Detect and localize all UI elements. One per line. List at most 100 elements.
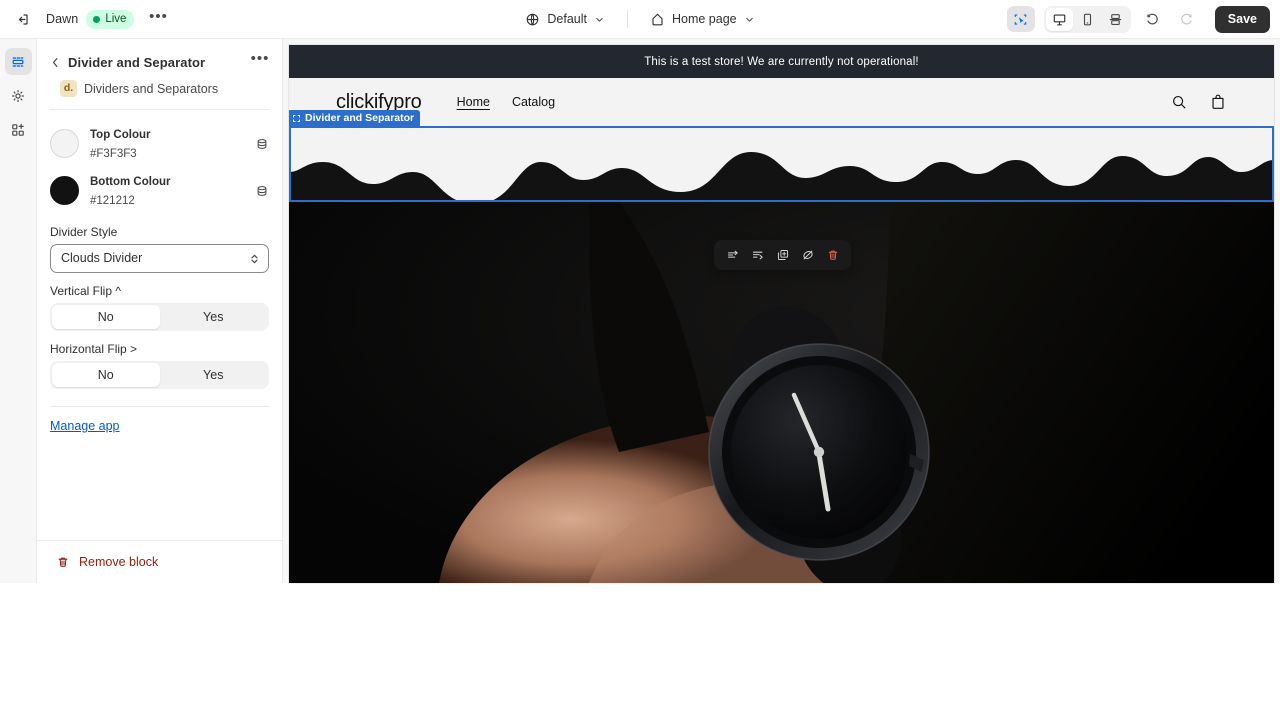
app-attribution-row: d. Dividers and Separators <box>49 80 270 97</box>
vertical-flip-option-no[interactable]: No <box>52 305 160 330</box>
top-bar: Dawn Live ••• Default Home page Save <box>0 0 1280 39</box>
save-button[interactable]: Save <box>1214 5 1270 33</box>
horizontal-flip-option-no[interactable]: No <box>52 363 160 388</box>
rail-apps-button[interactable] <box>5 116 32 143</box>
app-name: Dividers and Separators <box>84 81 219 96</box>
move-up-button[interactable] <box>721 244 744 267</box>
sidebar-header: Divider and Separator ••• d. Dividers an… <box>37 39 282 110</box>
page-label: Home page <box>671 12 737 26</box>
mobile-icon <box>1083 13 1091 25</box>
move-down-icon <box>752 251 763 260</box>
sidebar-title-row: Divider and Separator ••• <box>49 50 270 74</box>
top-colour-row[interactable]: Top Colour #F3F3F3 <box>50 120 269 167</box>
clouds-divider-shape <box>289 126 1274 202</box>
divider-style-select[interactable]: Clouds Divider <box>50 244 269 274</box>
page-selector[interactable]: Home page <box>642 5 763 33</box>
chevron-down-icon <box>596 17 603 22</box>
top-bar-center: Default Home page <box>430 5 850 33</box>
redo-button[interactable] <box>1174 6 1201 33</box>
top-bar-separator <box>626 10 628 28</box>
move-down-button[interactable] <box>746 244 769 267</box>
top-colour-text: Top Colour #F3F3F3 <box>90 125 244 162</box>
sections-icon <box>12 56 24 67</box>
remove-block-label: Remove block <box>79 555 159 569</box>
globe-icon <box>527 13 539 25</box>
storefront-preview-frame: This is a test store! We are currently n… <box>289 45 1274 583</box>
duplicate-button[interactable] <box>771 244 794 267</box>
cart-button[interactable] <box>1209 93 1227 111</box>
apps-add-icon <box>12 123 24 136</box>
page-title: Divider and Separator <box>68 54 206 70</box>
store-nav: Home Catalog <box>457 95 555 109</box>
nav-item-home[interactable]: Home <box>457 95 490 109</box>
desktop-icon <box>1053 13 1066 25</box>
locale-selector[interactable]: Default <box>517 5 613 33</box>
status-label: Live <box>105 13 127 25</box>
undo-icon <box>1147 13 1159 25</box>
theme-name: Dawn <box>46 12 79 26</box>
gear-icon <box>11 89 25 102</box>
hide-button[interactable] <box>796 244 819 267</box>
horizontal-flip-segmented: No Yes <box>50 361 269 390</box>
top-colour-value: #F3F3F3 <box>90 147 137 160</box>
database-icon <box>257 185 267 196</box>
top-bar-right: Save <box>1006 5 1280 33</box>
vertical-flip-option-yes[interactable]: Yes <box>160 305 268 329</box>
store-header-icons <box>1170 93 1227 111</box>
device-preview-group <box>1043 5 1131 33</box>
announcement-bar: This is a test store! We are currently n… <box>289 45 1274 78</box>
remove-block-button[interactable]: Remove block <box>50 551 269 573</box>
search-icon <box>1173 96 1186 109</box>
status-dot-icon <box>93 15 101 23</box>
top-colour-swatch[interactable] <box>50 129 79 159</box>
exit-icon <box>18 13 28 25</box>
bottom-colour-swatch[interactable] <box>50 176 79 206</box>
eye-slash-icon <box>802 250 813 260</box>
rail-settings-button[interactable] <box>5 82 32 109</box>
divider-style-label: Divider Style <box>50 225 118 240</box>
database-icon <box>257 138 267 149</box>
top-colour-source-button[interactable] <box>255 137 269 151</box>
sidebar-body-divider <box>50 406 269 408</box>
select-tool-icon <box>1014 13 1027 25</box>
search-button[interactable] <box>1170 93 1188 111</box>
device-desktop-button[interactable] <box>1045 7 1073 31</box>
device-fullscreen-button[interactable] <box>1102 8 1129 31</box>
theme-more-button[interactable]: ••• <box>145 6 171 32</box>
bottom-colour-value: #121212 <box>90 194 135 207</box>
bottom-colour-label: Bottom Colour <box>90 176 171 189</box>
store-header: clickifypro Home Catalog <box>289 78 1274 126</box>
vertical-flip-label: Vertical Flip ^ <box>50 284 121 299</box>
select-tool-button[interactable] <box>1006 6 1035 32</box>
selected-block-tag: Divider and Separator <box>289 110 421 126</box>
cart-icon <box>1212 94 1224 109</box>
sidebar-more-button[interactable]: ••• <box>250 50 270 74</box>
nav-item-catalog[interactable]: Catalog <box>512 95 555 109</box>
manage-app-link[interactable]: Manage app <box>50 419 120 433</box>
duplicate-icon <box>777 249 788 261</box>
rail-sections-button[interactable] <box>4 48 32 75</box>
settings-sidebar: Divider and Separator ••• d. Dividers an… <box>37 39 283 583</box>
back-button[interactable] <box>49 56 62 69</box>
app-badge-icon: d. <box>60 80 77 97</box>
vertical-flip-segmented: No Yes <box>50 303 269 332</box>
trash-icon <box>828 250 837 260</box>
top-bar-left: Dawn Live ••• <box>0 5 171 33</box>
horizontal-flip-label: Horizontal Flip > <box>50 342 138 357</box>
horizontal-flip-option-yes[interactable]: Yes <box>160 363 268 387</box>
bottom-colour-row[interactable]: Bottom Colour #121212 <box>50 167 269 214</box>
selected-block-divider-and-separator[interactable]: Divider and Separator <box>289 110 1274 202</box>
undo-button[interactable] <box>1139 6 1166 33</box>
chevron-down-icon <box>745 17 753 22</box>
exit-editor-button[interactable] <box>8 5 36 33</box>
fullscreen-icon <box>1109 13 1122 25</box>
redo-icon <box>1181 13 1192 25</box>
home-icon <box>652 13 663 25</box>
sidebar-body: Top Colour #F3F3F3 Bottom Colour #121212 <box>37 110 282 540</box>
status-badge: Live <box>86 9 135 29</box>
bottom-colour-source-button[interactable] <box>255 184 269 198</box>
delete-button[interactable] <box>821 244 844 267</box>
device-mobile-button[interactable] <box>1074 8 1101 31</box>
divider-style-select-wrap: Clouds Divider <box>50 244 269 274</box>
chevron-left-icon <box>52 57 58 67</box>
